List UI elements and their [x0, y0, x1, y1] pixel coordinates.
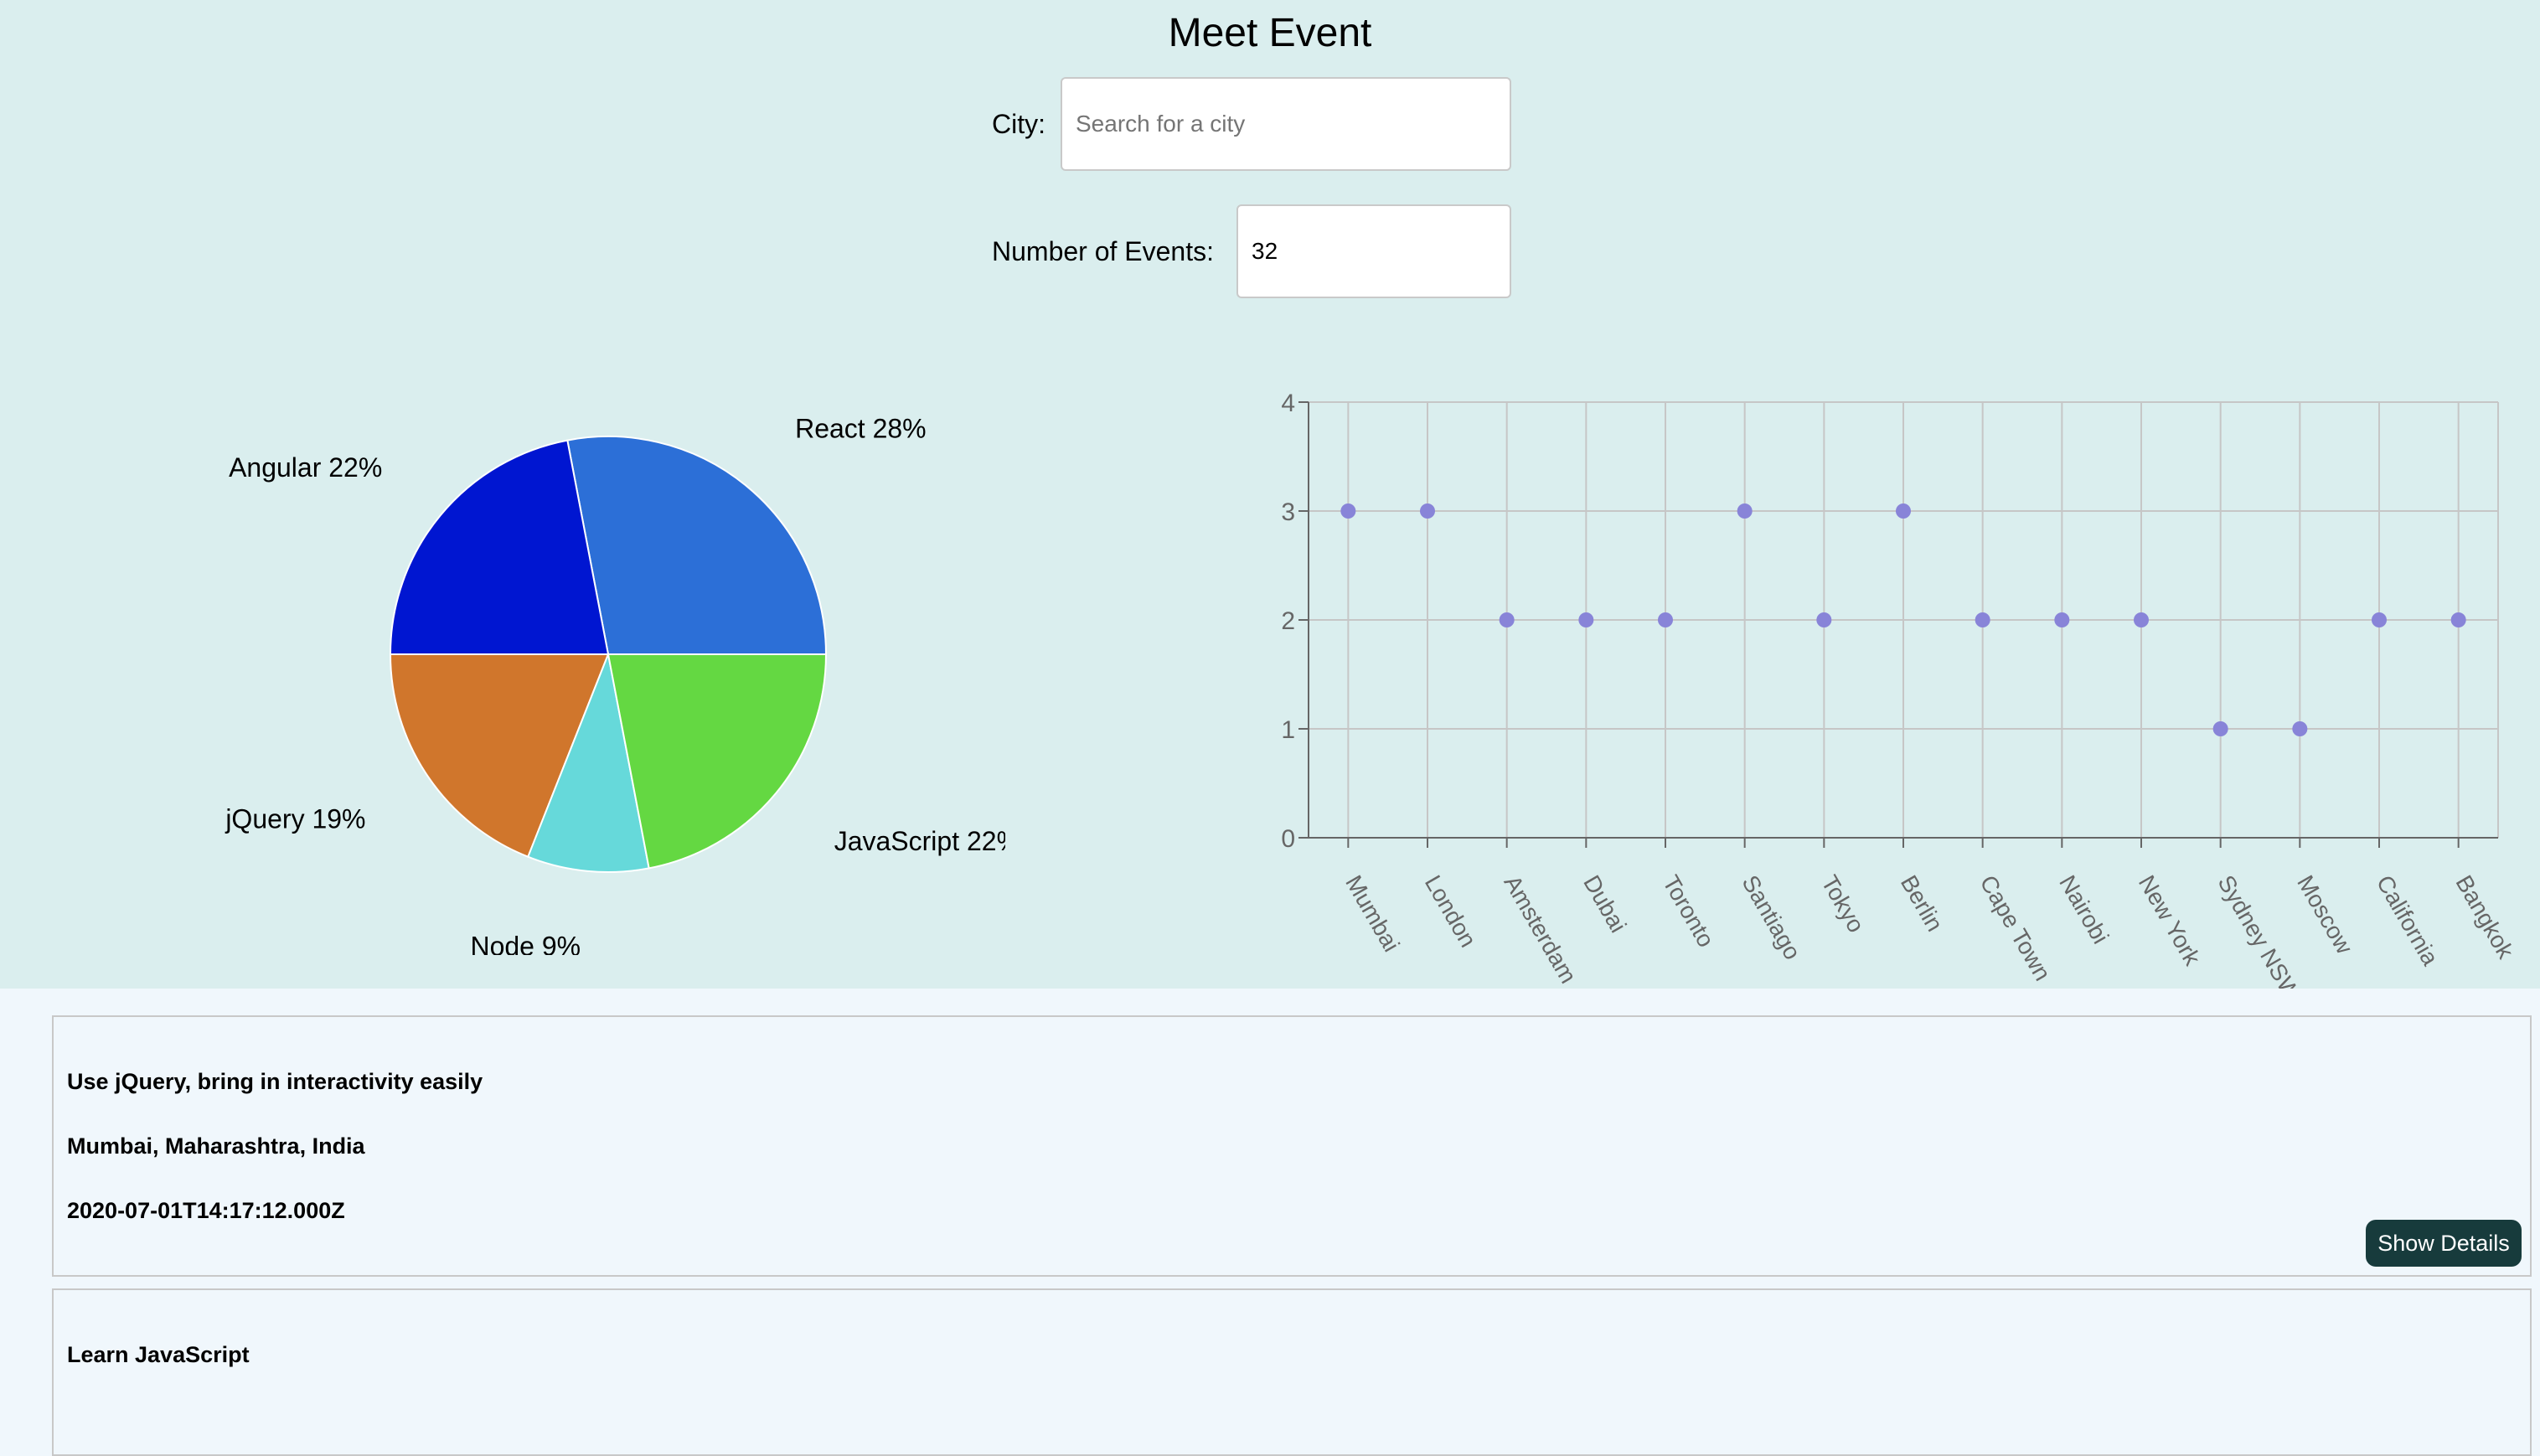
scatter-point — [1816, 612, 1832, 627]
pie-slice-label: React 28% — [795, 413, 927, 443]
scatter-point — [1578, 612, 1594, 627]
scatter-chart: 0 1 2 3 4 Mumbai London AmsterdamDubai Toronto Sa… — [1281, 390, 2519, 989]
pie-slice-label: Angular 22% — [229, 452, 382, 483]
number-of-events-input[interactable] — [1236, 204, 1511, 298]
x-tick-label: Amsterdam — [1499, 871, 1581, 988]
scatter-point — [2450, 612, 2466, 627]
scatter-point — [2054, 612, 2070, 627]
city-search-input[interactable] — [1061, 77, 1511, 171]
x-tick-label: New York — [2134, 871, 2206, 971]
pie-slice-label: Node 9% — [470, 931, 581, 955]
x-tick-label: Toronto — [1658, 871, 1720, 952]
pie-slice-label: jQuery 19% — [225, 804, 365, 834]
scatter-point — [1340, 503, 1356, 519]
event-summary: Use jQuery, bring in interactivity easil… — [67, 1069, 483, 1094]
x-tick-label: Sydney NSW — [2212, 871, 2305, 989]
x-tick-label: Berlin — [1896, 871, 1949, 937]
event-location: Mumbai, Maharashtra, India — [67, 1133, 365, 1159]
scatter-point — [1499, 612, 1515, 627]
x-tick-label: Mumbai — [1340, 871, 1405, 957]
event-summary: Learn JavaScript — [67, 1342, 250, 1367]
y-tick-label: 0 — [1281, 825, 1295, 853]
pie-chart: React 28% Angular 22% jQuery 19% Node 9% Jav… — [225, 413, 1005, 955]
y-tick-label: 4 — [1281, 390, 1295, 417]
y-tick-label: 1 — [1281, 716, 1295, 744]
show-details-button[interactable]: Show Details — [2366, 1220, 2522, 1267]
event-card: Learn JavaScript — [52, 1288, 2532, 1456]
scatter-point — [2372, 612, 2387, 627]
x-tick-label: Bangkok — [2450, 871, 2519, 964]
scatter-point — [2212, 721, 2228, 736]
scatter-point — [1896, 503, 1911, 519]
pie-slice — [566, 436, 828, 655]
x-tick-label: Cape Town — [1975, 871, 2056, 985]
scatter-point — [1975, 612, 1990, 627]
number-of-events-label: Number of Events: — [992, 236, 1214, 266]
event-card: Use jQuery, bring in interactivity easil… — [52, 1015, 2532, 1277]
scatter-point — [1420, 503, 1435, 519]
event-datetime: 2020-07-01T14:17:12.000Z — [67, 1198, 345, 1223]
pie-slice-label: JavaScript 22% — [834, 826, 1005, 856]
y-tick-label: 3 — [1281, 498, 1295, 526]
scatter-point — [2134, 612, 2149, 627]
x-tick-label: Dubai — [1578, 871, 1631, 937]
page-title: Meet Event — [1168, 11, 1372, 55]
city-label: City: — [992, 109, 1045, 139]
x-tick-label: Moscow — [2292, 871, 2358, 959]
scatter-point — [1658, 612, 1673, 627]
scatter-point — [2292, 721, 2308, 736]
y-tick-label: 2 — [1281, 607, 1295, 635]
scatter-point — [1737, 503, 1753, 519]
x-tick-label: California — [2372, 871, 2444, 970]
x-tick-label: Nairobi — [2054, 871, 2114, 948]
x-tick-label: Santiago — [1737, 871, 1805, 964]
x-tick-label: London — [1420, 871, 1482, 952]
x-tick-label: Tokyo — [1816, 871, 1869, 937]
